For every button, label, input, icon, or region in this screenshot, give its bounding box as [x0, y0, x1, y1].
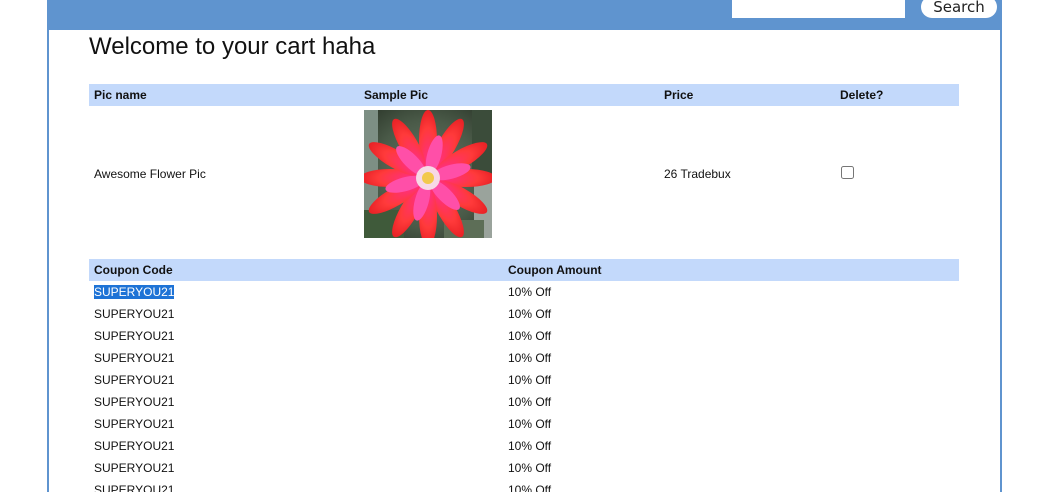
coupon-code: SUPERYOU21: [94, 483, 175, 492]
coupon-amount: 10% Off: [508, 483, 552, 492]
coupon-amount: 10% Off: [508, 285, 552, 299]
coupon-row: SUPERYOU21 10% Off: [89, 413, 959, 435]
page-title: Welcome to your cart haha: [89, 33, 376, 60]
header-price: Price: [659, 84, 835, 106]
coupon-code[interactable]: SUPERYOU21: [94, 285, 175, 299]
coupon-amount: 10% Off: [508, 395, 552, 409]
cart-header-row: Pic name Sample Pic Price Delete?: [89, 84, 959, 106]
coupon-row: SUPERYOU21 10% Off: [89, 369, 959, 391]
coupon-row: SUPERYOU21 10% Off: [89, 391, 959, 413]
coupon-row: SUPERYOU21 10% Off: [89, 457, 959, 479]
search-input[interactable]: [732, 0, 905, 18]
coupon-row: SUPERYOU21 10% Off: [89, 435, 959, 457]
coupon-code: SUPERYOU21: [94, 439, 175, 453]
top-bar: Search: [49, 0, 1000, 30]
header-delete: Delete?: [835, 84, 959, 106]
coupon-code-cell: SUPERYOU21: [89, 281, 503, 303]
search-button[interactable]: Search: [921, 0, 997, 18]
coupon-code: SUPERYOU21: [94, 351, 175, 365]
page-frame: Search Welcome to your cart haha Pic nam…: [47, 0, 1002, 492]
cart-sample-pic-cell: [359, 106, 659, 238]
coupon-amount: 10% Off: [508, 461, 552, 475]
coupon-amount: 10% Off: [508, 307, 552, 321]
cart-delete-cell: [835, 106, 959, 238]
coupon-row: SUPERYOU21 10% Off: [89, 303, 959, 325]
coupon-amount: 10% Off: [508, 439, 552, 453]
coupon-row: SUPERYOU21 10% Off: [89, 479, 959, 492]
cart-price: 26 Tradebux: [664, 167, 731, 181]
header-coupon-amount: Coupon Amount: [503, 259, 959, 281]
coupon-table: Coupon Code Coupon Amount SUPERYOU21 10%…: [89, 259, 959, 492]
coupon-code: SUPERYOU21: [94, 395, 175, 409]
cart-row: Awesome Flower Pic 26 Tradebux: [89, 106, 959, 238]
cart-table: Pic name Sample Pic Price Delete? Awesom…: [89, 84, 959, 238]
coupon-code: SUPERYOU21: [94, 417, 175, 431]
header-coupon-code: Coupon Code: [89, 259, 503, 281]
cart-pic-name: Awesome Flower Pic: [94, 167, 206, 181]
coupon-amount: 10% Off: [508, 373, 552, 387]
coupon-row: SUPERYOU21 10% Off: [89, 281, 959, 303]
coupon-row: SUPERYOU21 10% Off: [89, 325, 959, 347]
delete-checkbox[interactable]: [841, 166, 854, 179]
coupon-code: SUPERYOU21: [94, 461, 175, 475]
coupon-amount: 10% Off: [508, 351, 552, 365]
flower-image: [364, 110, 492, 238]
coupon-amount: 10% Off: [508, 417, 552, 431]
header-pic-name: Pic name: [89, 84, 359, 106]
coupon-amount: 10% Off: [508, 329, 552, 343]
coupon-header-row: Coupon Code Coupon Amount: [89, 259, 959, 281]
coupon-code: SUPERYOU21: [94, 329, 175, 343]
coupon-code: SUPERYOU21: [94, 373, 175, 387]
header-sample-pic: Sample Pic: [359, 84, 659, 106]
coupon-code: SUPERYOU21: [94, 307, 175, 321]
coupon-row: SUPERYOU21 10% Off: [89, 347, 959, 369]
